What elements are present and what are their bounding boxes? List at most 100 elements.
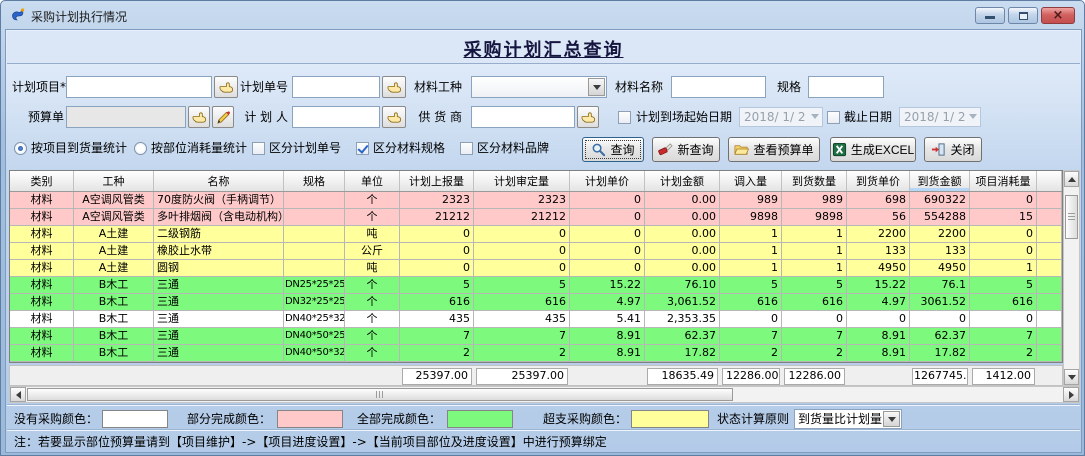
column-header-5[interactable]: 单位	[345, 171, 400, 191]
table-cell[interactable]: 0	[720, 311, 782, 327]
dropdown-arrow-icon[interactable]	[883, 411, 900, 427]
table-cell[interactable]: 21212	[474, 209, 570, 225]
table-cell[interactable]	[284, 243, 345, 259]
table-cell[interactable]: 4950	[910, 260, 970, 276]
table-cell[interactable]: 0	[400, 243, 474, 259]
table-cell[interactable]: 435	[474, 311, 570, 327]
table-cell[interactable]: B木工	[74, 328, 154, 344]
table-cell[interactable]	[1037, 260, 1062, 276]
table-cell[interactable]: 1	[782, 260, 847, 276]
column-header-1[interactable]: 类别	[10, 171, 74, 191]
column-header-3[interactable]: 名称	[154, 171, 284, 191]
table-cell[interactable]: 0	[400, 226, 474, 242]
close-form-button[interactable]: 关闭	[924, 137, 982, 162]
table-cell[interactable]: 0	[570, 243, 645, 259]
table-cell[interactable]: 3061.52	[910, 294, 970, 310]
column-header-8[interactable]: 计划单价	[570, 171, 645, 191]
table-cell[interactable]: B木工	[74, 311, 154, 327]
table-cell[interactable]: 0	[570, 260, 645, 276]
table-cell[interactable]	[284, 192, 345, 208]
planner-picker-button[interactable]	[382, 106, 406, 128]
table-cell[interactable]: 5	[970, 277, 1037, 293]
table-cell[interactable]: 5	[782, 277, 847, 293]
table-cell[interactable]	[1037, 209, 1062, 225]
scroll-down-button[interactable]	[1064, 369, 1079, 385]
plan-no-picker-button[interactable]	[382, 76, 406, 98]
table-cell[interactable]: 0.00	[645, 192, 720, 208]
scroll-right-button[interactable]	[1063, 387, 1079, 402]
table-cell[interactable]: 0.00	[645, 209, 720, 225]
table-cell[interactable]: 17.82	[910, 345, 970, 361]
table-cell[interactable]: 7	[400, 328, 474, 344]
table-cell[interactable]: 0	[847, 311, 910, 327]
query-button[interactable]: 查询	[582, 137, 644, 162]
new-query-button[interactable]: 新查询	[652, 137, 720, 162]
table-cell[interactable]: 个	[345, 294, 400, 310]
table-cell[interactable]: 1	[970, 260, 1037, 276]
table-cell[interactable]: 4.97	[847, 294, 910, 310]
distinguish-brand-checkbox[interactable]	[460, 142, 473, 155]
table-cell[interactable]: 698	[847, 192, 910, 208]
table-cell[interactable]: 三通	[154, 294, 284, 310]
table-cell[interactable]: 个	[345, 311, 400, 327]
maximize-button[interactable]	[1008, 7, 1038, 24]
table-cell[interactable]: 2200	[847, 226, 910, 242]
radio-by-part-consumption-label[interactable]: 按部位消耗量统计	[151, 137, 247, 159]
table-cell[interactable]: 三通	[154, 311, 284, 327]
column-header-11[interactable]: 到货数量	[782, 171, 847, 191]
table-cell[interactable]: 0	[570, 209, 645, 225]
table-cell[interactable]: 材料	[10, 277, 74, 293]
table-cell[interactable]: 76.1	[910, 277, 970, 293]
table-cell[interactable]: A土建	[74, 260, 154, 276]
table-cell[interactable]: 7	[782, 328, 847, 344]
table-cell[interactable]: 个	[345, 192, 400, 208]
table-cell[interactable]: 989	[782, 192, 847, 208]
table-cell[interactable]	[1037, 311, 1062, 327]
table-cell[interactable]: 15.22	[847, 277, 910, 293]
column-header-14[interactable]: 项目消耗量	[970, 171, 1037, 191]
table-cell[interactable]: 多叶排烟阀（含电动机构）	[154, 209, 284, 225]
table-cell[interactable]: B木工	[74, 277, 154, 293]
budget-input[interactable]	[66, 106, 186, 128]
column-header-6[interactable]: 计划上报量	[400, 171, 474, 191]
table-cell[interactable]	[284, 226, 345, 242]
table-cell[interactable]: 材料	[10, 192, 74, 208]
distinguish-brand-label[interactable]: 区分材料品牌	[477, 137, 549, 159]
budget-edit-button[interactable]	[212, 106, 234, 128]
table-cell[interactable]: 56	[847, 209, 910, 225]
end-date-label[interactable]: 截止日期	[844, 106, 892, 128]
table-cell[interactable]	[284, 209, 345, 225]
table-cell[interactable]: 2	[782, 345, 847, 361]
close-button[interactable]: ×	[1041, 7, 1075, 24]
table-cell[interactable]	[1037, 243, 1062, 259]
table-cell[interactable]: A空调风管类	[74, 192, 154, 208]
table-cell[interactable]: 8.91	[570, 345, 645, 361]
vertical-scroll-thumb[interactable]	[1065, 195, 1078, 239]
column-header-7[interactable]: 计划审定量	[474, 171, 570, 191]
table-cell[interactable]: 1	[782, 243, 847, 259]
distinguish-plan-no-checkbox[interactable]	[252, 142, 265, 155]
end-date-datepicker[interactable]: 2018/ 1/ 2	[899, 107, 981, 127]
table-cell[interactable]: 7	[970, 328, 1037, 344]
table-cell[interactable]: 70度防火阀（手柄调节）	[154, 192, 284, 208]
table-cell[interactable]: 2323	[400, 192, 474, 208]
distinguish-spec-checkbox[interactable]	[356, 142, 369, 155]
table-cell[interactable]: 5	[400, 277, 474, 293]
table-cell[interactable]: 吨	[345, 260, 400, 276]
table-cell[interactable]	[1037, 226, 1062, 242]
material-name-input[interactable]	[671, 76, 766, 98]
table-cell[interactable]: DN40*50*25	[284, 328, 345, 344]
column-header-4[interactable]: 规格	[284, 171, 345, 191]
table-cell[interactable]: 个	[345, 328, 400, 344]
column-header-10[interactable]: 调入量	[720, 171, 782, 191]
table-cell[interactable]: 2,353.35	[645, 311, 720, 327]
table-cell[interactable]: 1	[782, 226, 847, 242]
table-cell[interactable]: 吨	[345, 226, 400, 242]
table-cell[interactable]: 橡胶止水带	[154, 243, 284, 259]
table-cell[interactable]: 17.82	[645, 345, 720, 361]
table-cell[interactable]: 8.91	[570, 328, 645, 344]
supplier-input[interactable]	[471, 106, 575, 128]
vertical-scrollbar[interactable]	[1063, 170, 1080, 386]
table-cell[interactable]: 133	[910, 243, 970, 259]
table-cell[interactable]: 二级钢筋	[154, 226, 284, 242]
